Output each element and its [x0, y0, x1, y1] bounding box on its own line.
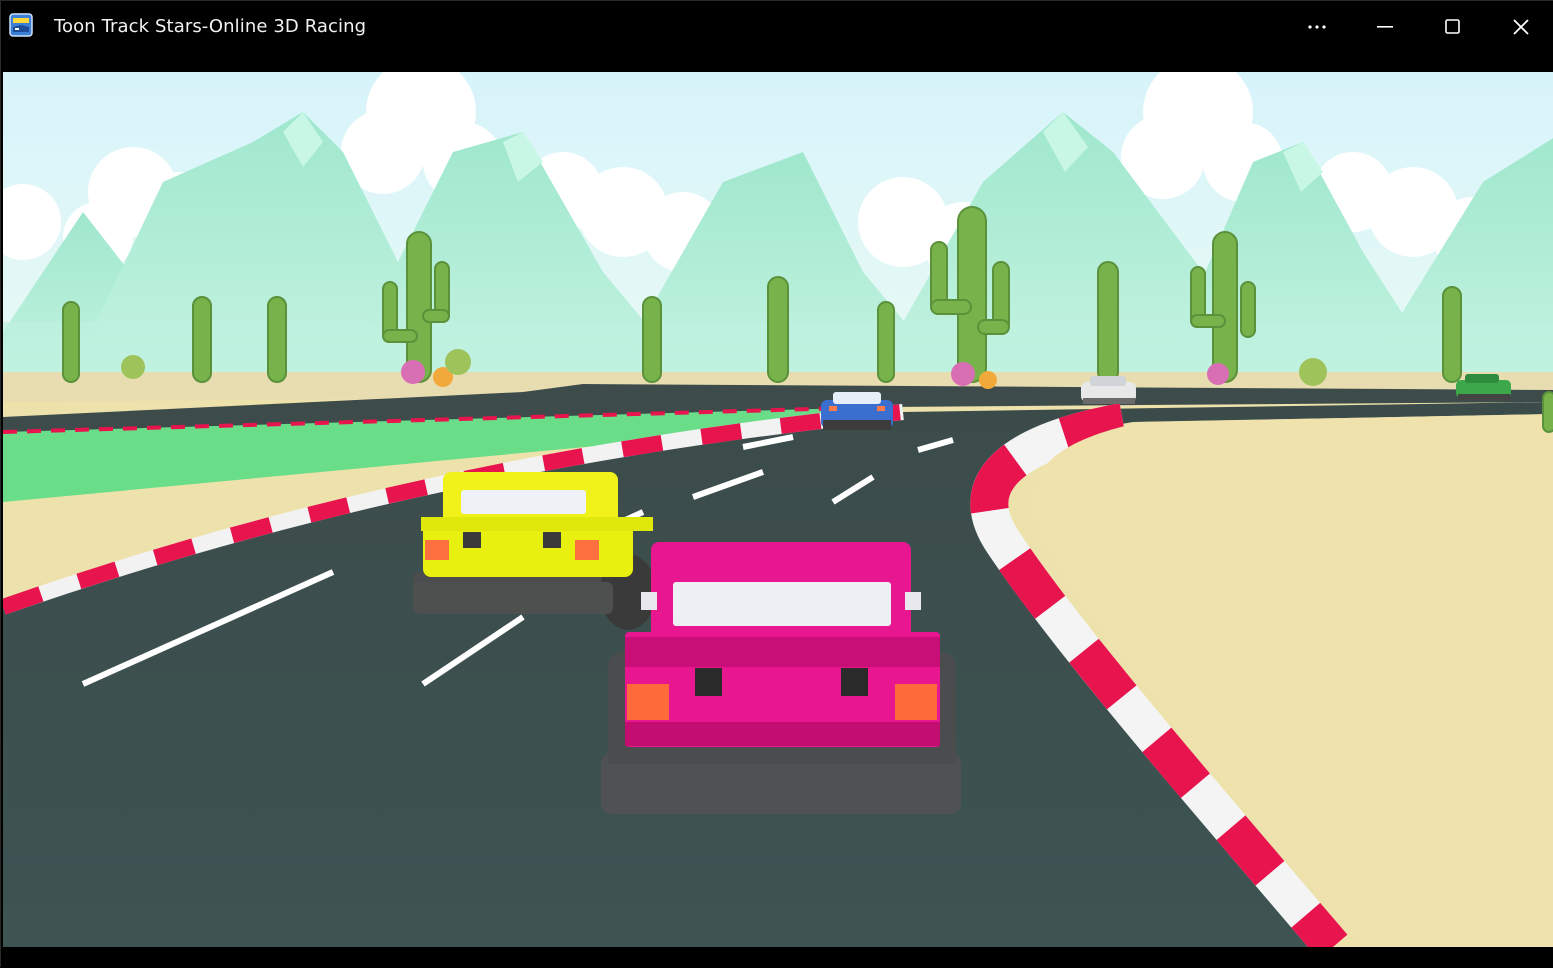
minimize-button[interactable]	[1351, 1, 1419, 53]
title-bar[interactable]: Toon Track Stars-Online 3D Racing	[1, 1, 1553, 72]
minimize-icon	[1377, 26, 1393, 28]
window-bottom-edge	[1, 947, 1553, 968]
more-options-icon	[1308, 25, 1326, 29]
maximize-button[interactable]	[1419, 1, 1487, 53]
game-viewport[interactable]	[3, 72, 1553, 947]
race-scene[interactable]	[3, 72, 1553, 947]
more-options-button[interactable]	[1283, 1, 1351, 53]
game-app-icon	[9, 13, 33, 37]
player-car	[601, 542, 961, 814]
window-title: Toon Track Stars-Online 3D Racing	[54, 16, 367, 37]
app-window: Toon Track Stars-Online 3D Racing	[0, 0, 1553, 968]
close-button[interactable]	[1487, 1, 1553, 53]
close-icon	[1513, 19, 1529, 35]
maximize-icon	[1445, 19, 1460, 34]
